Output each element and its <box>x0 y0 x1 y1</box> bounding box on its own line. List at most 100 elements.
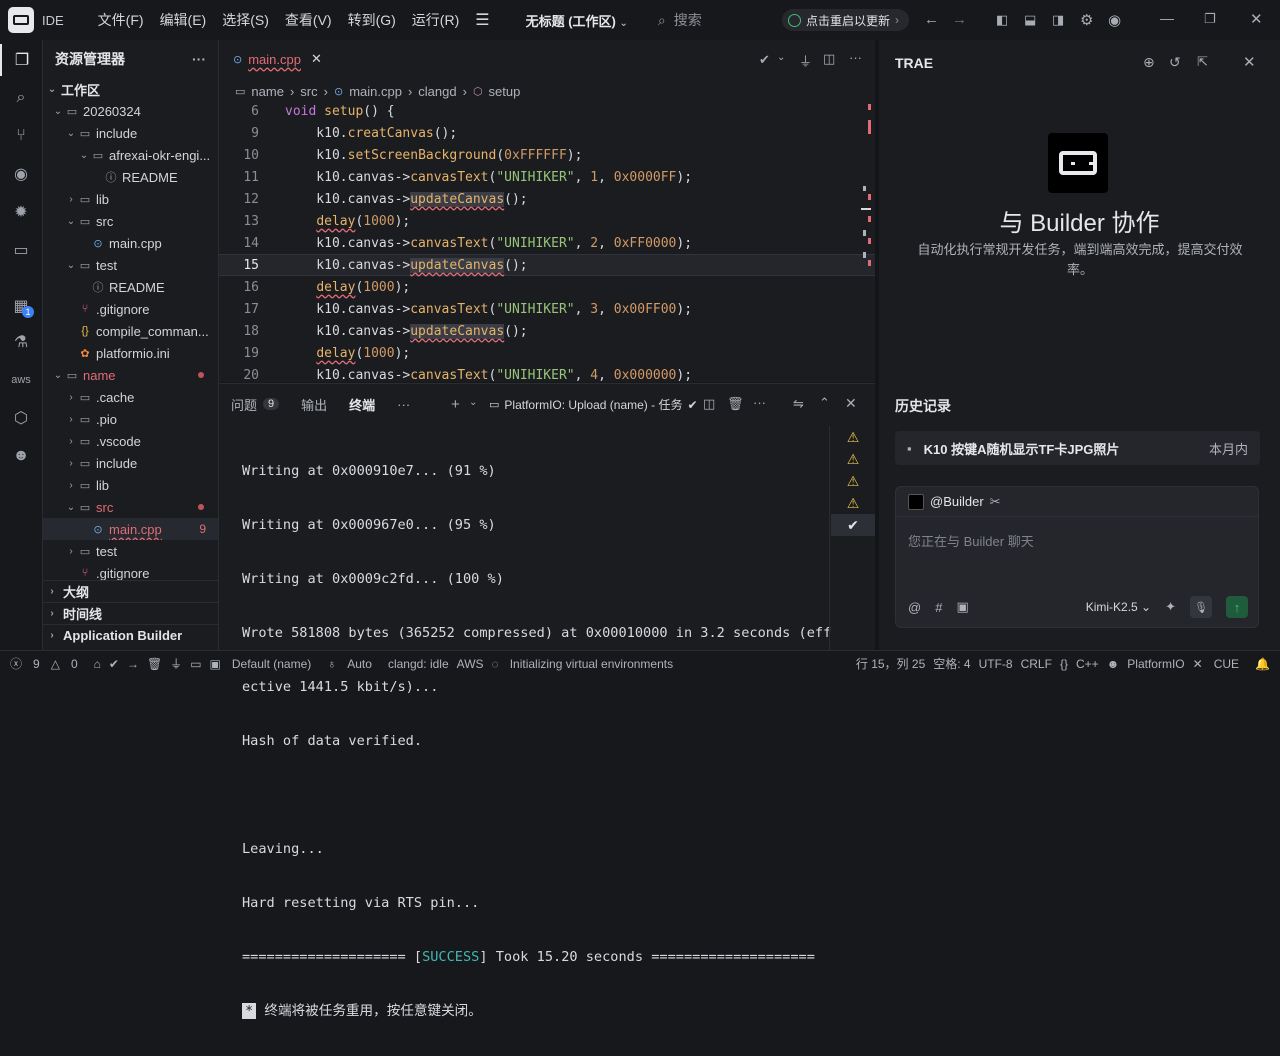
code-line[interactable]: 14 k10.canvas->canvasText("UNIHIKER", 2,… <box>219 232 875 254</box>
more-actions-icon[interactable]: ··· <box>753 395 766 410</box>
hash-icon[interactable]: # <box>935 600 942 615</box>
search-icon[interactable]: ⌕ <box>0 82 42 114</box>
trash-icon[interactable]: 🗑 <box>147 657 162 671</box>
toggle-panel-icon[interactable]: ⬓ <box>1024 12 1036 28</box>
auto-status[interactable]: ♁ Auto <box>327 657 380 671</box>
home-icon[interactable]: ⌂ <box>94 657 101 671</box>
warning-icon[interactable]: ⚠ <box>831 470 875 492</box>
minimize-icon[interactable]: — <box>1160 10 1174 26</box>
clangd-status[interactable]: clangd: idle <box>388 657 449 671</box>
cue-status[interactable]: ✕ CUE <box>1193 657 1247 671</box>
image-icon[interactable]: ▣ <box>956 599 968 615</box>
tree-item[interactable]: › ▭ include <box>43 452 218 474</box>
remote-explorer-icon[interactable]: ▭ <box>0 234 42 266</box>
eye-icon[interactable]: ◉ <box>0 158 42 190</box>
platformio-status[interactable]: PlatformIO <box>1127 657 1184 671</box>
tree-item[interactable]: ⌄ ▭ include <box>43 122 218 144</box>
tree-item[interactable]: ⑂ .gitignore <box>43 298 218 320</box>
indentation-status[interactable]: 空格: 4 <box>933 655 970 672</box>
send-icon[interactable]: ↑ <box>1226 596 1248 618</box>
trash-icon[interactable]: 🗑 <box>727 396 744 412</box>
menu-go[interactable]: 转到(G) <box>340 10 404 30</box>
tools-icon[interactable]: ✂ <box>990 494 1001 510</box>
breadcrumb-setup[interactable]: setup <box>489 84 521 99</box>
hamburger-icon[interactable]: ☰ <box>475 10 489 30</box>
chevron-down-icon[interactable]: ⌄ <box>777 52 785 63</box>
sparkle-icon[interactable]: ✦ <box>1165 599 1176 615</box>
terminal-output[interactable]: Writing at 0x000910e7... (91 %) Writing … <box>242 426 831 1056</box>
breadcrumb-name[interactable]: name <box>251 84 284 99</box>
menu-edit[interactable]: 编辑(E) <box>152 10 215 30</box>
terminal-task-selector[interactable]: ▭ PlatformIO: Upload (name) - 任务 ✔ <box>489 396 698 413</box>
tab-problems[interactable]: 问题 9 <box>231 395 280 414</box>
tab-main-cpp[interactable]: ⊙ main.cpp ✕ <box>219 40 332 80</box>
eol-status[interactable]: CRLF <box>1021 657 1052 671</box>
language-status[interactable]: C++ <box>1076 657 1099 671</box>
chat-input-box[interactable]: @Builder ✂ 您正在与 Builder 聊天 @ # ▣ Kimi-K2… <box>895 486 1259 628</box>
tree-item[interactable]: › ▭ lib <box>43 474 218 496</box>
warning-icon[interactable]: ⚠ <box>831 492 875 514</box>
workspace-section[interactable]: ⌄ 工作区 <box>43 78 218 100</box>
workspace-title[interactable]: 无标题 (工作区) ⌄ <box>526 11 628 30</box>
history-item[interactable]: ▪ K10 按键A随机显示TF卡JPG照片 本月内 <box>895 431 1260 465</box>
code-line[interactable]: 15 k10.canvas->updateCanvas(); <box>219 254 875 276</box>
menu-view[interactable]: 查看(V) <box>277 10 340 30</box>
tab-output[interactable]: 输出 <box>301 395 327 414</box>
close-window-icon[interactable]: ✕ <box>1250 10 1263 28</box>
alien-icon[interactable]: ☻ <box>0 440 42 472</box>
tree-item[interactable]: › ▭ .pio <box>43 408 218 430</box>
aws-icon[interactable]: aws <box>0 364 42 396</box>
tree-item[interactable]: {} compile_comman... <box>43 320 218 342</box>
code-line[interactable]: 6 void setup() { <box>219 100 875 122</box>
tree-item[interactable]: ⓘ README <box>43 276 218 298</box>
split-editor-icon[interactable]: ◫ <box>823 51 835 67</box>
tree-item[interactable]: ⊙ main.cpp 9 <box>43 518 218 540</box>
tree-item[interactable]: › ▭ lib <box>43 188 218 210</box>
code-line[interactable]: 9 k10.creatCanvas(); <box>219 122 875 144</box>
env-status[interactable]: ▣ Default (name) <box>210 657 320 671</box>
code-line[interactable]: 17 k10.canvas->canvasText("UNIHIKER", 3,… <box>219 298 875 320</box>
application-builder-section[interactable]: › Application Builder <box>43 624 218 646</box>
gear-icon[interactable]: ⚙ <box>1080 11 1093 29</box>
warning-icon[interactable]: ⚠ <box>831 448 875 470</box>
tree-item[interactable]: ⌄ ▭ test <box>43 254 218 276</box>
encoding-status[interactable]: UTF-8 <box>979 657 1013 671</box>
model-selector[interactable]: Kimi-K2.5 ⌄ <box>1086 600 1151 614</box>
popout-icon[interactable]: ⇱ <box>1197 54 1208 70</box>
extensions-icon[interactable]: ▦ 1 <box>0 290 42 322</box>
menu-run[interactable]: 运行(R) <box>404 10 467 30</box>
tree-item[interactable]: › ▭ .cache <box>43 386 218 408</box>
code-line[interactable]: 13 delay(1000); <box>219 210 875 232</box>
new-chat-icon[interactable]: ⊕ <box>1143 54 1155 71</box>
plug-icon[interactable]: ⏚ <box>799 51 812 70</box>
menu-file[interactable]: 文件(F) <box>90 10 152 30</box>
tree-item[interactable]: ⌄ ▭ 20260324 <box>43 100 218 122</box>
toggle-sidebar-icon[interactable]: ◧ <box>996 12 1008 28</box>
at-icon[interactable]: @ <box>908 600 921 615</box>
breadcrumb-file[interactable]: main.cpp <box>349 84 402 99</box>
cube-icon[interactable]: ⬡ <box>0 402 42 434</box>
menu-selection[interactable]: 选择(S) <box>214 10 277 30</box>
split-terminal-icon[interactable]: ◫ <box>703 396 715 412</box>
toggle-secondary-sidebar-icon[interactable]: ◨ <box>1052 12 1064 28</box>
explorer-icon[interactable]: ❐ <box>0 44 42 76</box>
problems-status[interactable]: ⓧ 9 △ 0 <box>10 655 86 672</box>
code-area[interactable]: 6 void setup() {9 k10.creatCanvas(); 10 k1… <box>219 100 875 383</box>
tree-item[interactable]: ⌄ ▭ afrexai-okr-engi... <box>43 144 218 166</box>
arrow-right-icon[interactable]: → <box>127 657 139 671</box>
tree-item[interactable]: ⊙ main.cpp <box>43 232 218 254</box>
settings-sliders-icon[interactable]: ⇋ <box>793 396 804 412</box>
plug-icon[interactable]: ⏚ <box>170 655 182 672</box>
tree-item[interactable]: ⌄ ▭ src <box>43 496 218 518</box>
tab-terminal[interactable]: 终端 <box>349 395 375 414</box>
check-icon[interactable]: ✔ <box>759 52 770 68</box>
account-icon[interactable]: ◉ <box>1108 11 1121 29</box>
more-actions-icon[interactable]: ··· <box>192 51 206 67</box>
alien-icon[interactable]: ☻ <box>1107 657 1120 671</box>
code-line[interactable]: 11 k10.canvas->canvasText("UNIHIKER", 1,… <box>219 166 875 188</box>
terminal-icon[interactable]: ▭ <box>190 657 201 671</box>
microphone-icon[interactable]: 🎙 <box>1190 596 1212 618</box>
cursor-position[interactable]: 行 15，列 25 <box>856 655 925 672</box>
close-tab-icon[interactable]: ✕ <box>311 51 322 67</box>
restore-icon[interactable]: ❐ <box>1204 11 1216 27</box>
